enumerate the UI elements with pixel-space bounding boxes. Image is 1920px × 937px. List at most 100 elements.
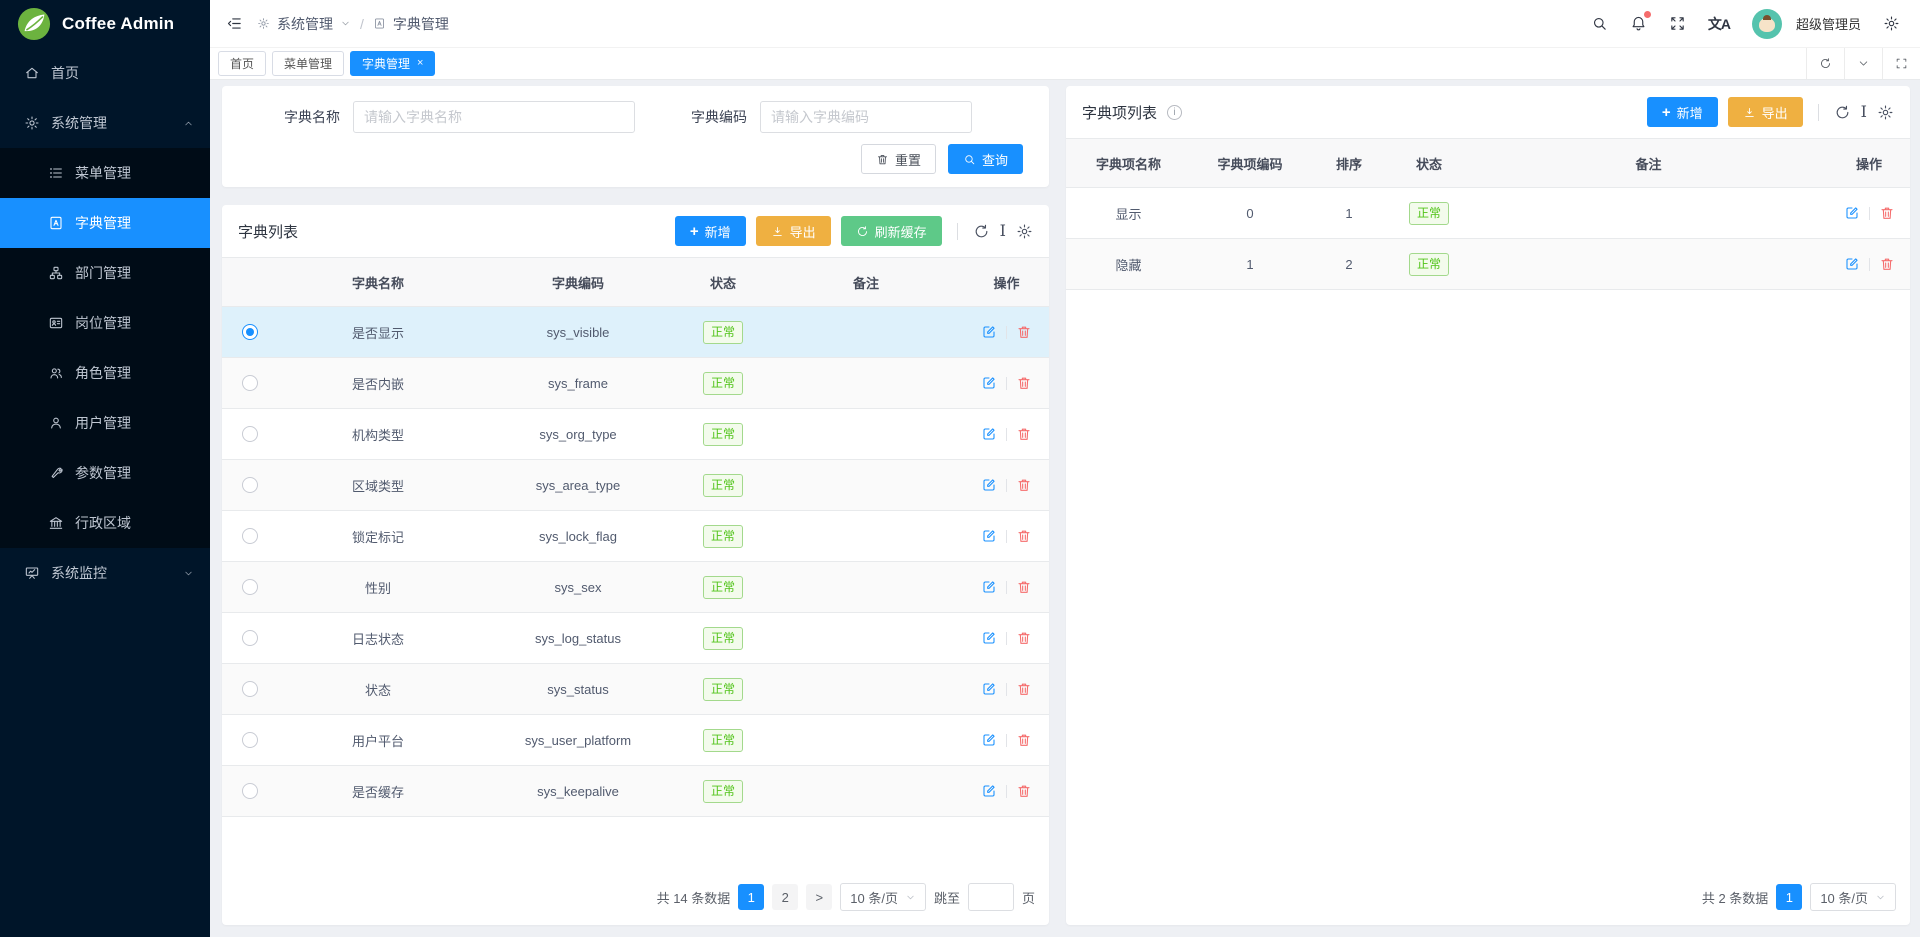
density-icon[interactable]: I [1000,223,1006,239]
edit-icon[interactable] [981,375,997,391]
sidebar-item-param-mgmt[interactable]: 参数管理 [0,448,210,498]
delete-icon[interactable] [1016,630,1032,646]
page-button-1[interactable]: 1 [738,884,764,910]
delete-icon[interactable] [1016,528,1032,544]
page-button-1[interactable]: 1 [1776,884,1802,910]
table-row[interactable]: 日志状态 sys_log_status 正常 [222,613,1049,664]
row-radio[interactable] [242,528,258,544]
fullscreen-icon[interactable] [1669,15,1686,32]
delete-icon[interactable] [1016,375,1032,391]
delete-icon[interactable] [1016,477,1032,493]
edit-icon[interactable] [981,324,997,340]
search-icon[interactable] [1591,15,1608,32]
tab-dict-mgmt[interactable]: 字典管理 × [350,51,435,76]
delete-icon[interactable] [1016,426,1032,442]
table-row[interactable]: 是否显示 sys_visible 正常 [222,307,1049,358]
notification-bell[interactable] [1630,15,1647,32]
row-radio[interactable] [242,732,258,748]
sidebar-item-post-mgmt[interactable]: 岗位管理 [0,298,210,348]
edit-icon[interactable] [981,630,997,646]
translate-icon[interactable]: 文A [1708,14,1730,34]
dict-code-input[interactable] [760,101,972,133]
page-size-select[interactable]: 10 条/页 [840,883,926,911]
column-settings-gear-icon[interactable] [1016,223,1033,240]
delete-icon[interactable] [1016,681,1032,697]
table-row[interactable]: 状态 sys_status 正常 [222,664,1049,715]
table-row[interactable]: 锁定标记 sys_lock_flag 正常 [222,511,1049,562]
add-item-button[interactable]: + 新增 [1647,97,1718,127]
delete-icon[interactable] [1016,732,1032,748]
cell-item-code: 1 [1191,239,1309,290]
edit-icon[interactable] [981,528,997,544]
breadcrumb-root[interactable]: 系统管理 [277,14,333,34]
refresh-tab-icon[interactable] [1806,48,1844,79]
sidebar-item-menu-mgmt[interactable]: 菜单管理 [0,148,210,198]
edit-icon[interactable] [1844,205,1860,221]
tab-menu-chevron-icon[interactable] [1844,48,1882,79]
row-radio-checked[interactable] [242,324,258,340]
jump-unit: 页 [1022,888,1035,907]
edit-icon[interactable] [981,783,997,799]
edit-icon[interactable] [981,477,997,493]
username[interactable]: 超级管理员 [1796,14,1861,33]
sidebar-item-user-mgmt[interactable]: 用户管理 [0,398,210,448]
table-row[interactable]: 显示 0 1 正常 [1066,188,1910,239]
query-button[interactable]: 查询 [948,144,1023,174]
edit-icon[interactable] [1844,256,1860,272]
edit-icon[interactable] [981,732,997,748]
column-settings-gear-icon[interactable] [1877,104,1894,121]
delete-icon[interactable] [1879,256,1895,272]
avatar[interactable] [1752,9,1782,39]
table-row[interactable]: 用户平台 sys_user_platform 正常 [222,715,1049,766]
jump-page-input[interactable] [968,883,1014,911]
sidebar-collapse-icon[interactable] [226,15,243,32]
sidebar-item-dict-mgmt[interactable]: 字典管理 [0,198,210,248]
col-item-name: 字典项名称 [1066,139,1191,188]
reset-button[interactable]: 重置 [861,144,936,174]
edit-icon[interactable] [981,681,997,697]
delete-icon[interactable] [1016,324,1032,340]
sidebar-item-region[interactable]: 行政区域 [0,498,210,548]
table-row[interactable]: 性别 sys_sex 正常 [222,562,1049,613]
maximize-content-icon[interactable] [1882,48,1920,79]
row-radio[interactable] [242,579,258,595]
sidebar-item-dept-mgmt[interactable]: 部门管理 [0,248,210,298]
table-row[interactable]: 是否缓存 sys_keepalive 正常 [222,766,1049,817]
next-page-button[interactable]: > [806,884,832,910]
tab-menu-mgmt[interactable]: 菜单管理 [272,51,344,76]
refresh-cache-button[interactable]: 刷新缓存 [841,216,942,246]
delete-icon[interactable] [1879,205,1895,221]
row-radio[interactable] [242,783,258,799]
dict-name-input[interactable] [353,101,635,133]
row-radio[interactable] [242,477,258,493]
cell-remark [768,358,964,409]
table-row[interactable]: 机构类型 sys_org_type 正常 [222,409,1049,460]
row-radio[interactable] [242,426,258,442]
sidebar-item-home[interactable]: 首页 [0,48,210,98]
dict-list-title: 字典列表 [238,221,298,242]
export-item-button[interactable]: 导出 [1728,97,1803,127]
reload-table-icon[interactable] [1834,104,1851,121]
edit-icon[interactable] [981,579,997,595]
table-row[interactable]: 是否内嵌 sys_frame 正常 [222,358,1049,409]
sidebar-item-role-mgmt[interactable]: 角色管理 [0,348,210,398]
tab-home[interactable]: 首页 [218,51,266,76]
delete-icon[interactable] [1016,579,1032,595]
settings-gear-icon[interactable] [1883,15,1900,32]
add-dict-button[interactable]: + 新增 [675,216,746,246]
delete-icon[interactable] [1016,783,1032,799]
export-dict-button[interactable]: 导出 [756,216,831,246]
edit-icon[interactable] [981,426,997,442]
density-icon[interactable]: I [1861,104,1867,120]
page-button-2[interactable]: 2 [772,884,798,910]
table-row[interactable]: 区域类型 sys_area_type 正常 [222,460,1049,511]
table-row[interactable]: 隐藏 1 2 正常 [1066,239,1910,290]
sidebar-item-system-mgmt[interactable]: 系统管理 [0,98,210,148]
page-size-select[interactable]: 10 条/页 [1810,883,1896,911]
reload-table-icon[interactable] [973,223,990,240]
sidebar-item-system-monitor[interactable]: 系统监控 [0,548,210,598]
row-radio[interactable] [242,375,258,391]
close-icon[interactable]: × [417,58,423,69]
row-radio[interactable] [242,630,258,646]
row-radio[interactable] [242,681,258,697]
